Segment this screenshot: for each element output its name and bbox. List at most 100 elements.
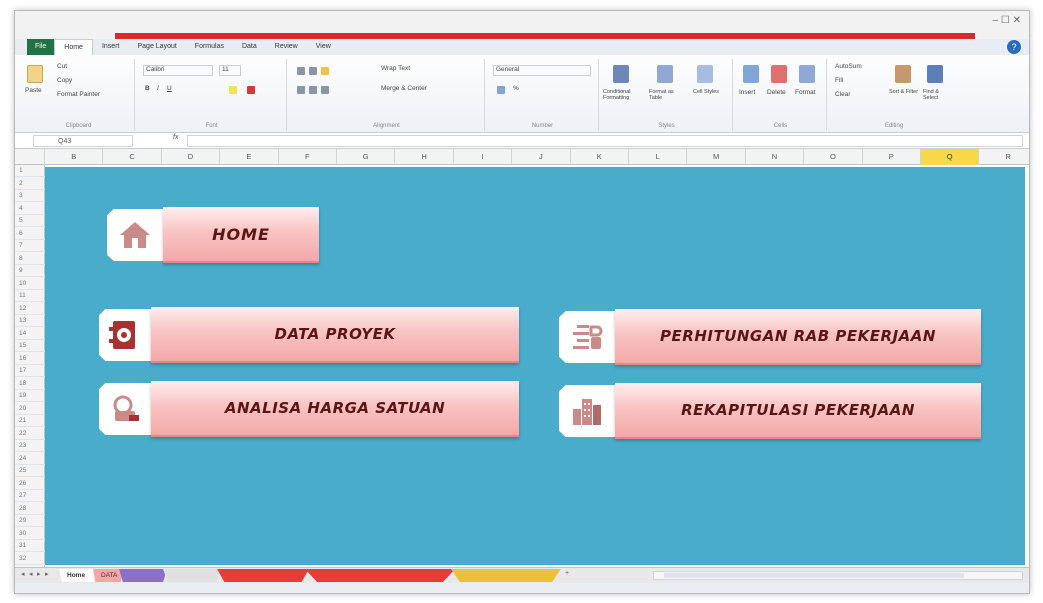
tab-home[interactable]: Home xyxy=(54,39,93,55)
column-header[interactable]: R xyxy=(979,149,1029,165)
window-controls[interactable]: – ☐ ✕ xyxy=(993,15,1021,26)
align-top-icon[interactable] xyxy=(297,67,305,75)
format-cells-icon[interactable] xyxy=(799,65,815,83)
row-header[interactable]: 4 xyxy=(15,203,45,215)
column-header[interactable]: M xyxy=(687,149,746,165)
row-header[interactable]: 30 xyxy=(15,528,45,540)
cell-styles-icon[interactable] xyxy=(697,65,713,83)
sheet-tab[interactable]: Home xyxy=(59,569,97,582)
font-size-select[interactable]: 11 xyxy=(219,65,241,76)
row-header[interactable]: 7 xyxy=(15,240,45,253)
rekapitulasi-button-face[interactable]: REKAPITULASI PEKERJAAN xyxy=(615,383,981,439)
row-header[interactable]: 21 xyxy=(15,415,45,428)
column-header[interactable]: J xyxy=(512,149,571,165)
sheet-nav-next-icon[interactable]: ▸ xyxy=(37,570,41,578)
column-header[interactable]: H xyxy=(395,149,454,165)
paste-icon[interactable] xyxy=(27,65,43,83)
column-header[interactable]: N xyxy=(746,149,805,165)
perhitungan-rab-button[interactable]: PERHITUNGAN RAB PEKERJAAN xyxy=(559,309,981,365)
sheet-nav-prev-icon[interactable]: ◂ xyxy=(29,570,33,578)
data-proyek-button-face[interactable]: DATA PROYEK xyxy=(151,307,519,363)
wrap-text-button[interactable]: Wrap Text xyxy=(381,65,410,72)
column-header[interactable]: B xyxy=(45,149,104,165)
row-header[interactable]: 8 xyxy=(15,253,45,265)
font-name-select[interactable]: Calibri xyxy=(143,65,213,76)
row-header[interactable]: 23 xyxy=(15,440,45,453)
clear-button[interactable]: Clear xyxy=(835,91,851,98)
column-header[interactable]: D xyxy=(162,149,221,165)
row-header[interactable]: 31 xyxy=(15,540,45,553)
sheet-tab[interactable] xyxy=(305,569,455,582)
format-button[interactable]: Format xyxy=(795,89,816,96)
format-table-icon[interactable] xyxy=(657,65,673,83)
cut-button[interactable]: Cut xyxy=(57,63,67,70)
percent-icon[interactable]: % xyxy=(513,85,519,92)
sheet-tab[interactable] xyxy=(119,569,167,582)
row-header[interactable]: 27 xyxy=(15,490,45,503)
fill-color-icon[interactable] xyxy=(229,86,237,94)
tab-review[interactable]: Review xyxy=(266,39,307,55)
help-icon[interactable]: ? xyxy=(1007,40,1021,54)
row-header[interactable]: 17 xyxy=(15,365,45,378)
fill-button[interactable]: Fill xyxy=(835,77,843,84)
row-header[interactable]: 14 xyxy=(15,328,45,340)
row-header[interactable]: 22 xyxy=(15,428,45,440)
row-header[interactable]: 15 xyxy=(15,340,45,353)
sort-filter-icon[interactable] xyxy=(895,65,911,83)
align-left-icon[interactable] xyxy=(297,86,305,94)
italic-icon[interactable]: I xyxy=(157,85,159,92)
row-header[interactable]: 11 xyxy=(15,290,45,303)
horizontal-scrollbar[interactable] xyxy=(653,571,1023,580)
row-header[interactable]: 19 xyxy=(15,390,45,403)
tab-page-layout[interactable]: Page Layout xyxy=(128,39,185,55)
row-header[interactable]: 25 xyxy=(15,465,45,478)
find-select-button[interactable]: Find & Select xyxy=(923,89,953,101)
row-header[interactable]: 29 xyxy=(15,515,45,528)
number-format-select[interactable]: General xyxy=(493,65,591,76)
row-header[interactable]: 3 xyxy=(15,190,45,203)
autosum-button[interactable]: AutoSum xyxy=(835,63,862,70)
row-header[interactable]: 16 xyxy=(15,353,45,365)
row-header[interactable]: 26 xyxy=(15,478,45,490)
row-header[interactable]: 28 xyxy=(15,503,45,515)
scrollbar-thumb[interactable] xyxy=(664,573,964,578)
column-header[interactable]: O xyxy=(804,149,863,165)
conditional-formatting-button[interactable]: Conditional Formatting xyxy=(603,89,645,101)
format-painter-button[interactable]: Format Painter xyxy=(57,91,100,98)
tab-data[interactable]: Data xyxy=(233,39,266,55)
delete-button[interactable]: Delete xyxy=(767,89,786,96)
copy-button[interactable]: Copy xyxy=(57,77,72,84)
find-select-icon[interactable] xyxy=(927,65,943,83)
tab-file[interactable]: File xyxy=(27,39,55,55)
sheet-nav-first-icon[interactable]: ◂ xyxy=(21,570,25,578)
row-header[interactable]: 32 xyxy=(15,553,45,565)
tab-formulas[interactable]: Formulas xyxy=(186,39,233,55)
home-button[interactable]: HOME xyxy=(107,207,319,263)
format-table-button[interactable]: Format as Table xyxy=(649,89,685,101)
align-right-icon[interactable] xyxy=(321,86,329,94)
delete-cells-icon[interactable] xyxy=(771,65,787,83)
row-header[interactable]: 6 xyxy=(15,228,45,240)
currency-icon[interactable] xyxy=(497,86,505,94)
row-header[interactable]: 24 xyxy=(15,453,45,465)
fx-icon[interactable]: fx xyxy=(173,134,178,141)
underline-icon[interactable]: U xyxy=(167,85,172,92)
select-all-corner[interactable] xyxy=(15,149,45,165)
sheet-nav-last-icon[interactable]: ▸ xyxy=(45,570,49,578)
name-box[interactable]: Q43 xyxy=(33,135,133,147)
formula-input[interactable] xyxy=(187,135,1023,147)
insert-button[interactable]: Insert xyxy=(739,89,755,96)
column-header[interactable]: K xyxy=(571,149,629,165)
column-header[interactable]: G xyxy=(337,149,396,165)
column-header[interactable]: F xyxy=(279,149,337,165)
align-middle-icon[interactable] xyxy=(309,67,317,75)
analisa-harga-satuan-button[interactable]: ANALISA HARGA SATUAN xyxy=(99,381,519,437)
column-header[interactable]: Q xyxy=(921,149,980,165)
paste-button[interactable]: Paste xyxy=(25,87,42,94)
bold-icon[interactable]: B xyxy=(145,85,150,92)
cell-styles-button[interactable]: Cell Styles xyxy=(693,89,721,95)
row-header[interactable]: 18 xyxy=(15,378,45,390)
column-header[interactable]: L xyxy=(629,149,688,165)
column-header[interactable]: P xyxy=(863,149,921,165)
column-header[interactable]: E xyxy=(220,149,279,165)
